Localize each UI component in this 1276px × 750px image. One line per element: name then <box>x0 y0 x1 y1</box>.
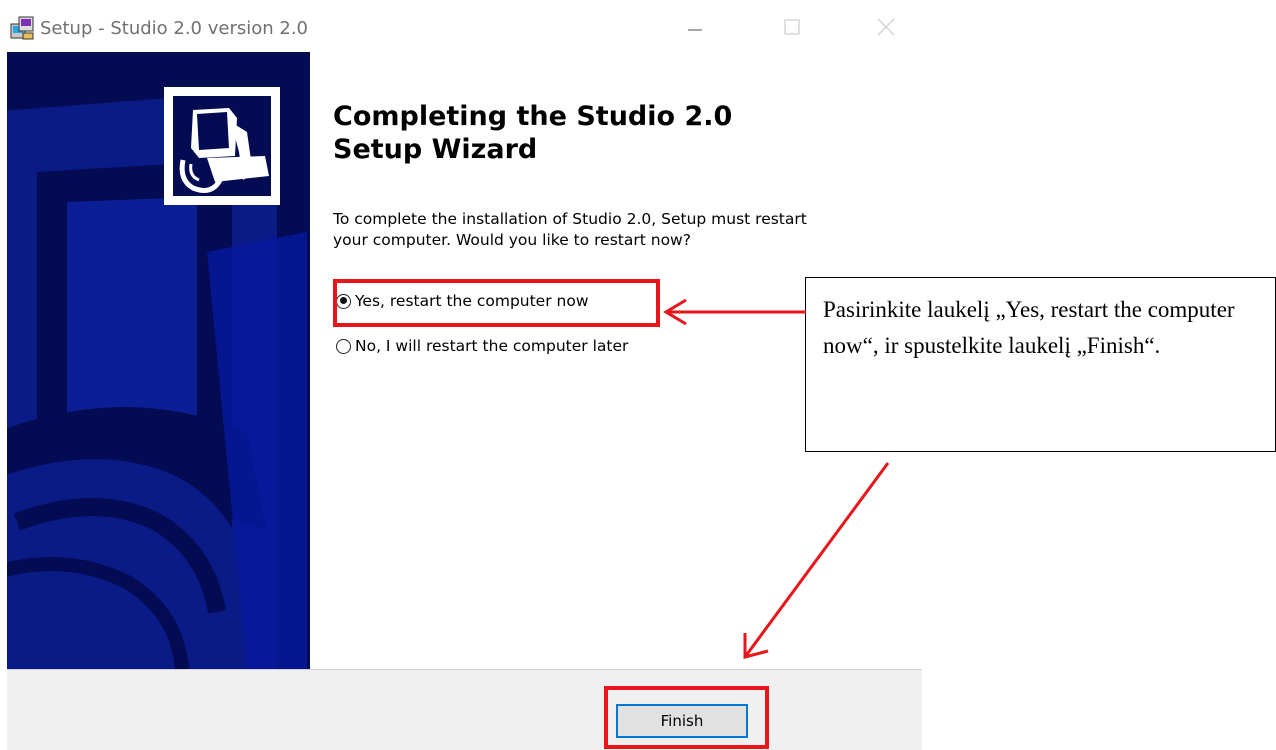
banner-art <box>7 52 310 669</box>
window-title: Setup - Studio 2.0 version 2.0 <box>40 18 309 39</box>
wizard-heading-line1: Completing the Studio 2.0 <box>333 101 733 132</box>
title-bar: Setup - Studio 2.0 version 2.0 <box>0 0 920 52</box>
description-line2: your computer. Would you like to restart… <box>333 231 691 249</box>
restart-later-label[interactable]: No, I will restart the computer later <box>355 337 628 355</box>
wizard-heading: Completing the Studio 2.0 Setup Wizard <box>333 100 893 166</box>
wizard-description: To complete the installation of Studio 2… <box>333 209 923 251</box>
minimize-icon[interactable] <box>675 10 715 46</box>
callout-text: Pasirinkite laukelį „Yes, restart the co… <box>823 297 1235 358</box>
button-panel <box>7 669 922 750</box>
setup-app-icon <box>10 16 34 40</box>
arrow-to-restart-option-icon <box>663 298 806 326</box>
close-icon[interactable] <box>866 10 906 46</box>
wizard-heading-line2: Setup Wizard <box>333 134 538 165</box>
radio-unchecked-icon[interactable] <box>336 338 351 354</box>
highlight-box-restart-option <box>333 279 660 327</box>
wizard-banner <box>7 52 310 669</box>
arrow-to-finish-icon <box>743 462 890 659</box>
description-line1: To complete the installation of Studio 2… <box>333 210 807 228</box>
instruction-callout: Pasirinkite laukelį „Yes, restart the co… <box>805 277 1276 452</box>
highlight-box-finish <box>604 686 769 749</box>
restart-later-option[interactable]: No, I will restart the computer later <box>336 337 628 355</box>
maximize-icon[interactable] <box>772 10 812 46</box>
